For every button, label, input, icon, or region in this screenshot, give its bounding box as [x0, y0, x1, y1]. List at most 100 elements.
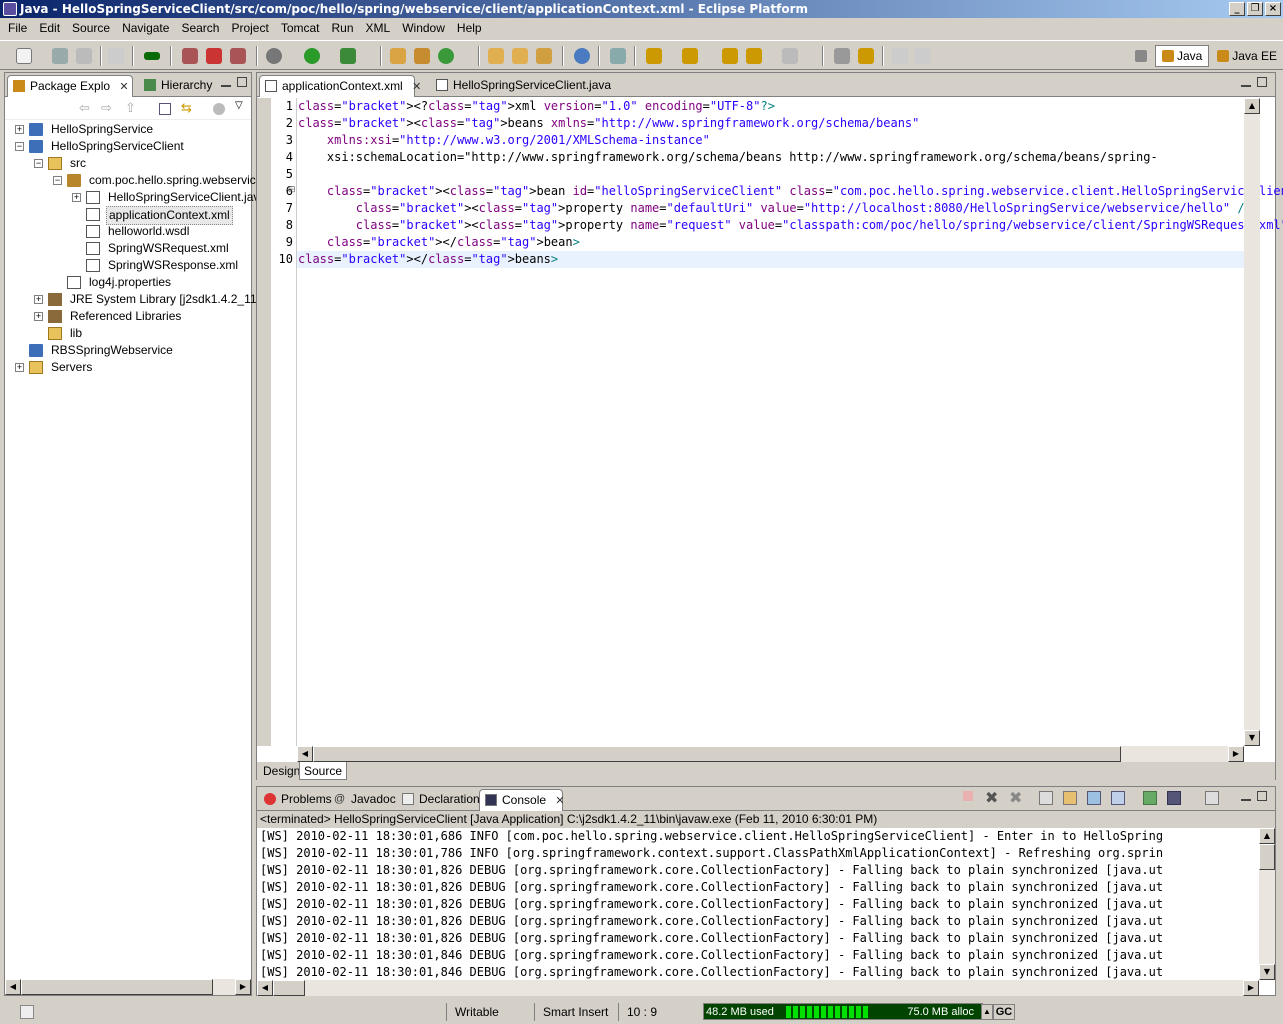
tree-item[interactable]: + HelloSpringServiceClient.java — [5, 189, 266, 206]
tree-item[interactable]: − HelloSpringServiceClient — [5, 138, 251, 155]
scroll-left-icon[interactable]: ◀ — [5, 979, 21, 995]
maximize-view-icon[interactable] — [237, 77, 247, 87]
editor-vertical-scrollbar[interactable]: ▲ ▼ — [1244, 98, 1260, 746]
scroll-down-icon[interactable]: ▼ — [1244, 730, 1260, 746]
annotation-icon[interactable] — [610, 48, 626, 64]
code-line[interactable]: class="bracket"><class="tag">property na… — [298, 217, 1283, 234]
code-line[interactable]: xmlns:xsi="http://www.w3.org/2001/XMLSch… — [298, 132, 1283, 149]
tree-item[interactable]: − src — [5, 155, 251, 172]
filter-icon[interactable] — [213, 103, 225, 115]
collapse-icon[interactable]: − — [34, 159, 43, 168]
minimize-window-button[interactable]: _ — [1229, 2, 1245, 16]
xml-source-text[interactable]: class="bracket"><?class="tag">xml versio… — [298, 98, 1283, 268]
tree-item[interactable]: applicationContext.xml — [5, 206, 251, 225]
scroll-thumb[interactable] — [273, 980, 305, 996]
editor-horizontal-scrollbar[interactable]: ◀ ▶ — [297, 746, 1244, 762]
menu-project[interactable]: Project — [225, 21, 274, 35]
code-line[interactable]: class="bracket"><class="tag">beans xmlns… — [298, 115, 1283, 132]
link-with-editor-icon[interactable]: ⇆ — [181, 101, 192, 116]
close-icon[interactable]: ✕ — [119, 77, 128, 97]
menu-tomcat[interactable]: Tomcat — [275, 21, 326, 35]
tree-item[interactable]: lib — [5, 325, 251, 342]
debug-icon[interactable] — [266, 48, 282, 64]
maximize-editor-icon[interactable] — [1257, 77, 1267, 87]
scroll-thumb[interactable] — [1259, 844, 1275, 870]
menu-window[interactable]: Window — [396, 21, 451, 35]
open-folder-icon[interactable] — [512, 48, 528, 64]
expand-icon[interactable]: + — [34, 312, 43, 321]
menu-run[interactable]: Run — [326, 21, 360, 35]
code-line[interactable]: class="bracket"><class="tag">bean id="he… — [298, 183, 1283, 200]
previous-annotation-icon[interactable] — [682, 48, 698, 64]
menu-navigate[interactable]: Navigate — [116, 21, 175, 35]
tomcat-start-icon[interactable] — [182, 48, 198, 64]
remove-launch-icon[interactable]: ✖ — [985, 788, 998, 808]
code-line[interactable]: class="bracket"></class="tag">beans> — [298, 251, 1283, 268]
server-icon[interactable] — [108, 48, 124, 64]
globe-icon[interactable] — [574, 48, 590, 64]
close-window-button[interactable]: × — [1265, 2, 1281, 16]
console-horizontal-scrollbar[interactable]: ◀ ▶ — [257, 980, 1259, 996]
tab-design[interactable]: Design — [259, 762, 304, 780]
scroll-thumb[interactable] — [313, 746, 1121, 762]
restore-window-button[interactable]: ❐ — [1247, 2, 1263, 16]
fold-collapse-icon[interactable]: ⊟ — [288, 185, 296, 195]
pin-editor-icon[interactable] — [834, 48, 850, 64]
scroll-up-icon[interactable]: ▲ — [1244, 98, 1260, 114]
tree-item[interactable]: + HelloSpringService — [5, 121, 251, 138]
tree-item[interactable]: − com.poc.hello.spring.webservice.c — [5, 172, 272, 189]
next-annotation-icon[interactable] — [646, 48, 662, 64]
scroll-down-icon[interactable]: ▼ — [1259, 964, 1275, 980]
code-line[interactable] — [298, 166, 1283, 183]
collapse-icon[interactable]: − — [15, 142, 24, 151]
minimize-editor-icon[interactable] — [1241, 77, 1251, 87]
expand-icon[interactable]: + — [34, 295, 43, 304]
expand-icon[interactable]: + — [15, 125, 24, 134]
tree-item[interactable]: log4j.properties — [5, 274, 251, 291]
tab-declaration[interactable]: Declaration — [397, 789, 480, 811]
code-line[interactable]: class="bracket"><?class="tag">xml versio… — [298, 98, 1283, 115]
print-icon[interactable] — [76, 48, 92, 64]
scroll-right-icon[interactable]: ▶ — [1243, 980, 1259, 996]
tree-horizontal-scrollbar[interactable]: ◀ ▶ — [5, 979, 251, 995]
run-icon[interactable] — [304, 48, 320, 64]
open-perspective-button[interactable] — [1129, 45, 1153, 67]
scroll-thumb[interactable] — [21, 979, 213, 995]
toggle-mark-icon[interactable] — [858, 48, 874, 64]
clear-console-icon[interactable] — [1039, 791, 1053, 805]
scroll-right-icon[interactable]: ▶ — [1228, 746, 1244, 762]
new-java-project-icon[interactable] — [390, 48, 406, 64]
tab-hellospringserviceclient-java[interactable]: HelloSpringServiceClient.java — [431, 75, 621, 97]
last-edit-icon[interactable] — [722, 48, 738, 64]
collapse-icon[interactable] — [914, 48, 930, 64]
show-on-stdout-icon[interactable] — [1087, 791, 1101, 805]
minimize-view-icon[interactable] — [221, 77, 231, 87]
external-tools-icon[interactable] — [340, 48, 356, 64]
expand-icon[interactable] — [892, 48, 908, 64]
gc-button[interactable]: GC — [993, 1004, 1015, 1020]
view-menu-icon[interactable]: ▽ — [235, 100, 243, 111]
minimize-view-icon[interactable] — [1241, 791, 1251, 801]
menu-search[interactable]: Search — [175, 21, 225, 35]
collapse-icon[interactable]: − — [53, 176, 62, 185]
remove-all-terminated-icon[interactable]: ✖ — [1009, 788, 1022, 808]
menu-source[interactable]: Source — [66, 21, 116, 35]
console-output[interactable]: [WS] 2010-02-11 18:30:01,686 INFO [com.p… — [260, 828, 1258, 980]
scroll-right-icon[interactable]: ▶ — [235, 979, 251, 995]
new-package-icon[interactable] — [414, 48, 430, 64]
show-on-stderr-icon[interactable] — [1111, 791, 1125, 805]
terminate-icon[interactable] — [963, 791, 973, 801]
code-line[interactable]: xsi:schemaLocation="http://www.springfra… — [298, 149, 1283, 166]
expand-icon[interactable]: + — [15, 363, 24, 372]
open-console-icon[interactable] — [1205, 791, 1219, 805]
expand-icon[interactable]: + — [72, 193, 81, 202]
maximize-view-icon[interactable] — [1257, 791, 1267, 801]
tree-item[interactable]: RBSSpringWebservice — [5, 342, 251, 359]
new-class-icon[interactable] — [438, 48, 454, 64]
tab-source[interactable]: Source — [299, 762, 348, 780]
tab-hierarchy[interactable]: Hierarchy — [139, 75, 219, 97]
scroll-left-icon[interactable]: ◀ — [257, 980, 273, 996]
tab-package-explorer[interactable]: Package Explo ✕ — [7, 75, 133, 97]
scroll-lock-icon[interactable] — [1063, 791, 1077, 805]
code-line[interactable]: class="bracket"></class="tag">bean> — [298, 234, 1283, 251]
